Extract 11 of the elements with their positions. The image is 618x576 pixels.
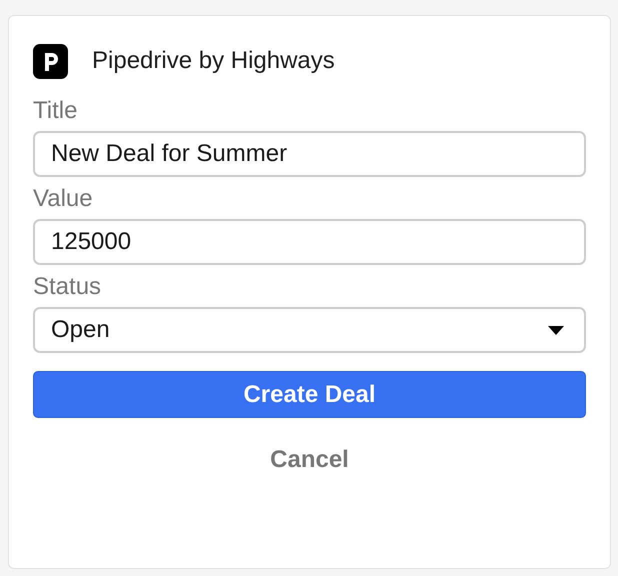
field-label: Value (33, 184, 94, 214)
cancel-button[interactable]: Cancel (270, 442, 349, 478)
field-label: Status (33, 272, 102, 302)
field-label: Title (33, 96, 78, 126)
input-field[interactable]: New Deal for Summer (33, 131, 586, 177)
create-button[interactable]: Create Deal (33, 371, 586, 418)
input-field[interactable]: 125000 (33, 219, 586, 265)
caret-icon (548, 326, 564, 334)
logo-icon (33, 44, 68, 78)
app-title: Pipedrive by Highways (92, 46, 335, 76)
status-select[interactable]: Open (33, 307, 586, 353)
